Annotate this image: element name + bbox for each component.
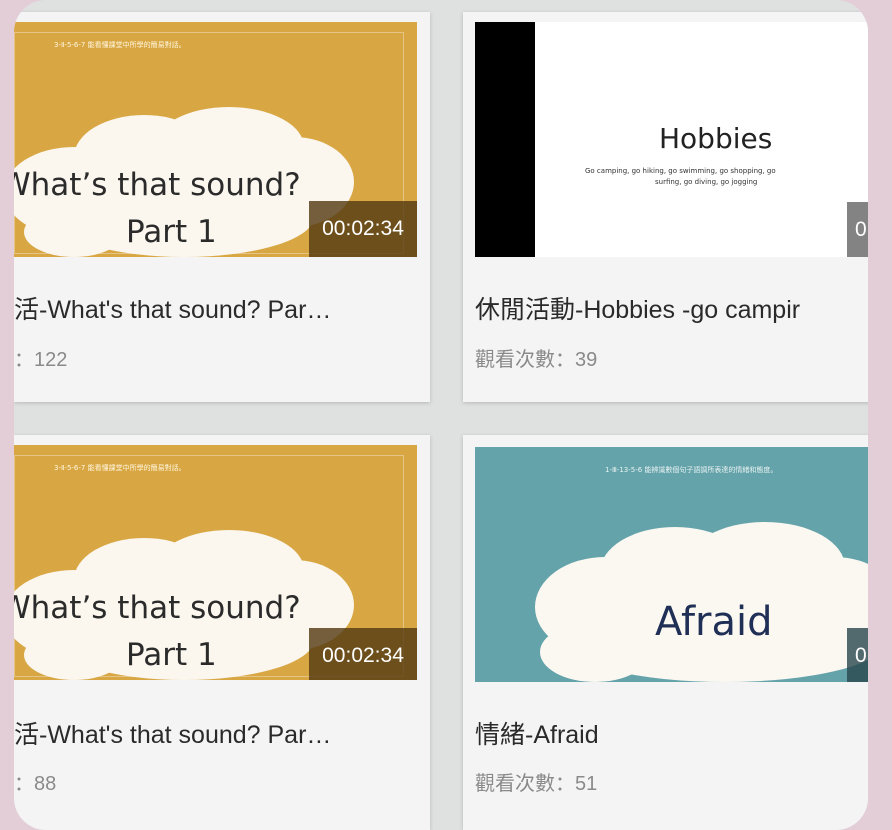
slide-title-line2: Part 1 <box>126 637 217 673</box>
video-card[interactable]: 3-Ⅱ-5-6-7 能看懂課堂中所學的簡易對話。 What’s that sou… <box>14 12 430 402</box>
view-count: 觀看次數：39 <box>475 349 598 371</box>
video-thumbnail[interactable]: 3-Ⅱ-5-6-7 能看懂課堂中所學的簡易對話。 What’s that sou… <box>14 22 417 257</box>
video-card[interactable]: 3-Ⅱ-5-6-7 能看懂課堂中所學的簡易對話。 What’s that sou… <box>14 435 430 830</box>
slide-title-line1: What’s that sound? <box>14 167 301 203</box>
video-black-bar <box>475 22 535 257</box>
video-thumbnail[interactable]: 1-Ⅲ-13-5-6 能辨識數個句子語調所表達的情緒和態度。 Afraid 0 <box>475 447 868 682</box>
duration-badge: 0 <box>847 202 868 257</box>
slide-subtext: Go camping, go hiking, go swimming, go s… <box>585 167 776 175</box>
duration-badge: 00:02:34 <box>309 201 417 257</box>
view-count: ：122 <box>14 349 68 371</box>
video-thumbnail[interactable]: Hobbies Go camping, go hiking, go swimmi… <box>475 22 868 257</box>
view-count: 觀看次數：51 <box>475 773 598 795</box>
video-thumbnail[interactable]: 3-Ⅱ-5-6-7 能看懂課堂中所學的簡易對話。 What’s that sou… <box>14 445 417 680</box>
video-title[interactable]: 情緒-Afraid <box>475 715 599 751</box>
slide-title-line2: Part 1 <box>126 214 217 250</box>
view-count: ：88 <box>14 773 57 795</box>
video-title[interactable]: 休閒活動-Hobbies -go campir <box>475 290 800 326</box>
slide-title-line1: What’s that sound? <box>14 590 301 626</box>
duration-badge: 0 <box>847 628 868 682</box>
video-card[interactable]: Hobbies Go camping, go hiking, go swimmi… <box>463 12 868 402</box>
slide-heading: Hobbies <box>659 122 773 155</box>
video-grid: 3-Ⅱ-5-6-7 能看懂課堂中所學的簡易對話。 What’s that sou… <box>14 0 868 830</box>
video-card[interactable]: 1-Ⅲ-13-5-6 能辨識數個句子語調所表達的情緒和態度。 Afraid 0 … <box>463 435 868 830</box>
slide-heading: Afraid <box>655 599 773 645</box>
slide-subtext: surfing, go diving, go jogging <box>655 178 758 186</box>
duration-badge: 00:02:34 <box>309 628 417 680</box>
cloud-shape <box>535 522 868 682</box>
video-title[interactable]: 活-What's that sound? Par… <box>14 715 331 751</box>
video-title[interactable]: 活-What's that sound? Par… <box>14 290 331 326</box>
